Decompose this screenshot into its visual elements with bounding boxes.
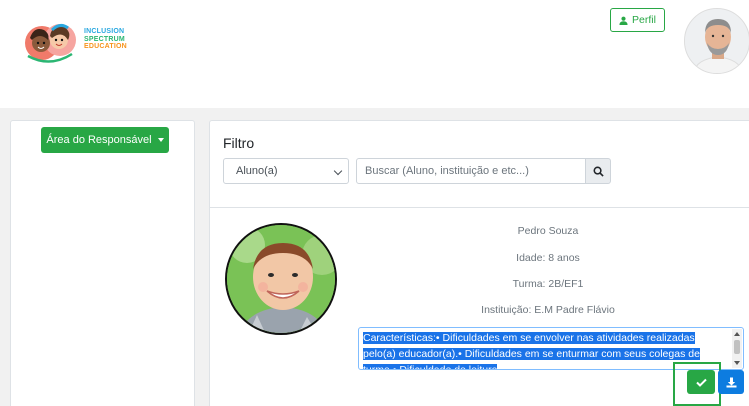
user-avatar[interactable]	[684, 8, 749, 74]
user-icon	[619, 16, 628, 25]
student-name: Pedro Souza	[517, 225, 579, 237]
area-dropdown-button[interactable]: Área do Responsável	[41, 127, 169, 153]
caret-down-icon	[157, 138, 164, 142]
logo-text: INCLUSION SPECTRUM EDUCATION	[84, 28, 127, 51]
area-dropdown-label: Área do Responsável	[46, 134, 152, 146]
content-panel: Filtro Aluno(a) Buscar (Aluno, instituiç…	[209, 120, 749, 406]
textarea-scrollbar[interactable]	[732, 329, 742, 368]
avatar-image	[685, 9, 749, 73]
logo-line-1: INCLUSION	[84, 28, 125, 35]
search-placeholder: Buscar (Aluno, instituição e etc...)	[365, 165, 529, 177]
chevron-down-icon	[333, 166, 343, 176]
profile-button[interactable]: Perfil	[610, 8, 665, 32]
filter-title: Filtro	[223, 135, 255, 151]
scroll-down-icon	[734, 361, 740, 365]
student-age: Idade: 8 anos	[516, 252, 580, 264]
top-header: INCLUSION SPECTRUM EDUCATION Perfil	[0, 0, 749, 108]
search-input[interactable]: Buscar (Aluno, instituição e etc...)	[356, 158, 586, 184]
search-icon	[593, 166, 604, 177]
search-button[interactable]	[585, 158, 611, 184]
student-photo-image	[227, 225, 335, 333]
app-logo[interactable]: INCLUSION SPECTRUM EDUCATION	[22, 18, 162, 68]
profile-button-label: Perfil	[632, 14, 656, 26]
filter-select[interactable]: Aluno(a)	[223, 158, 349, 184]
confirm-button[interactable]	[687, 370, 715, 394]
sidebar: Área do Responsável	[10, 120, 195, 406]
logo-line-2: SPECTRUM	[84, 35, 125, 43]
scroll-thumb[interactable]	[734, 340, 740, 354]
logo-icon	[25, 23, 76, 63]
divider	[210, 207, 749, 208]
download-button[interactable]	[718, 370, 744, 394]
scroll-up-icon	[734, 332, 740, 336]
filter-select-value: Aluno(a)	[236, 165, 278, 177]
student-photo	[225, 223, 337, 335]
student-class: Turma: 2B/EF1	[512, 278, 584, 290]
download-icon	[726, 377, 736, 387]
student-institution: Instituição: E.M Padre Flávio	[481, 304, 615, 316]
check-icon	[695, 378, 707, 387]
characteristics-text: Características:• Dificuldades em se env…	[363, 332, 700, 369]
logo-line-3: EDUCATION	[84, 43, 127, 50]
